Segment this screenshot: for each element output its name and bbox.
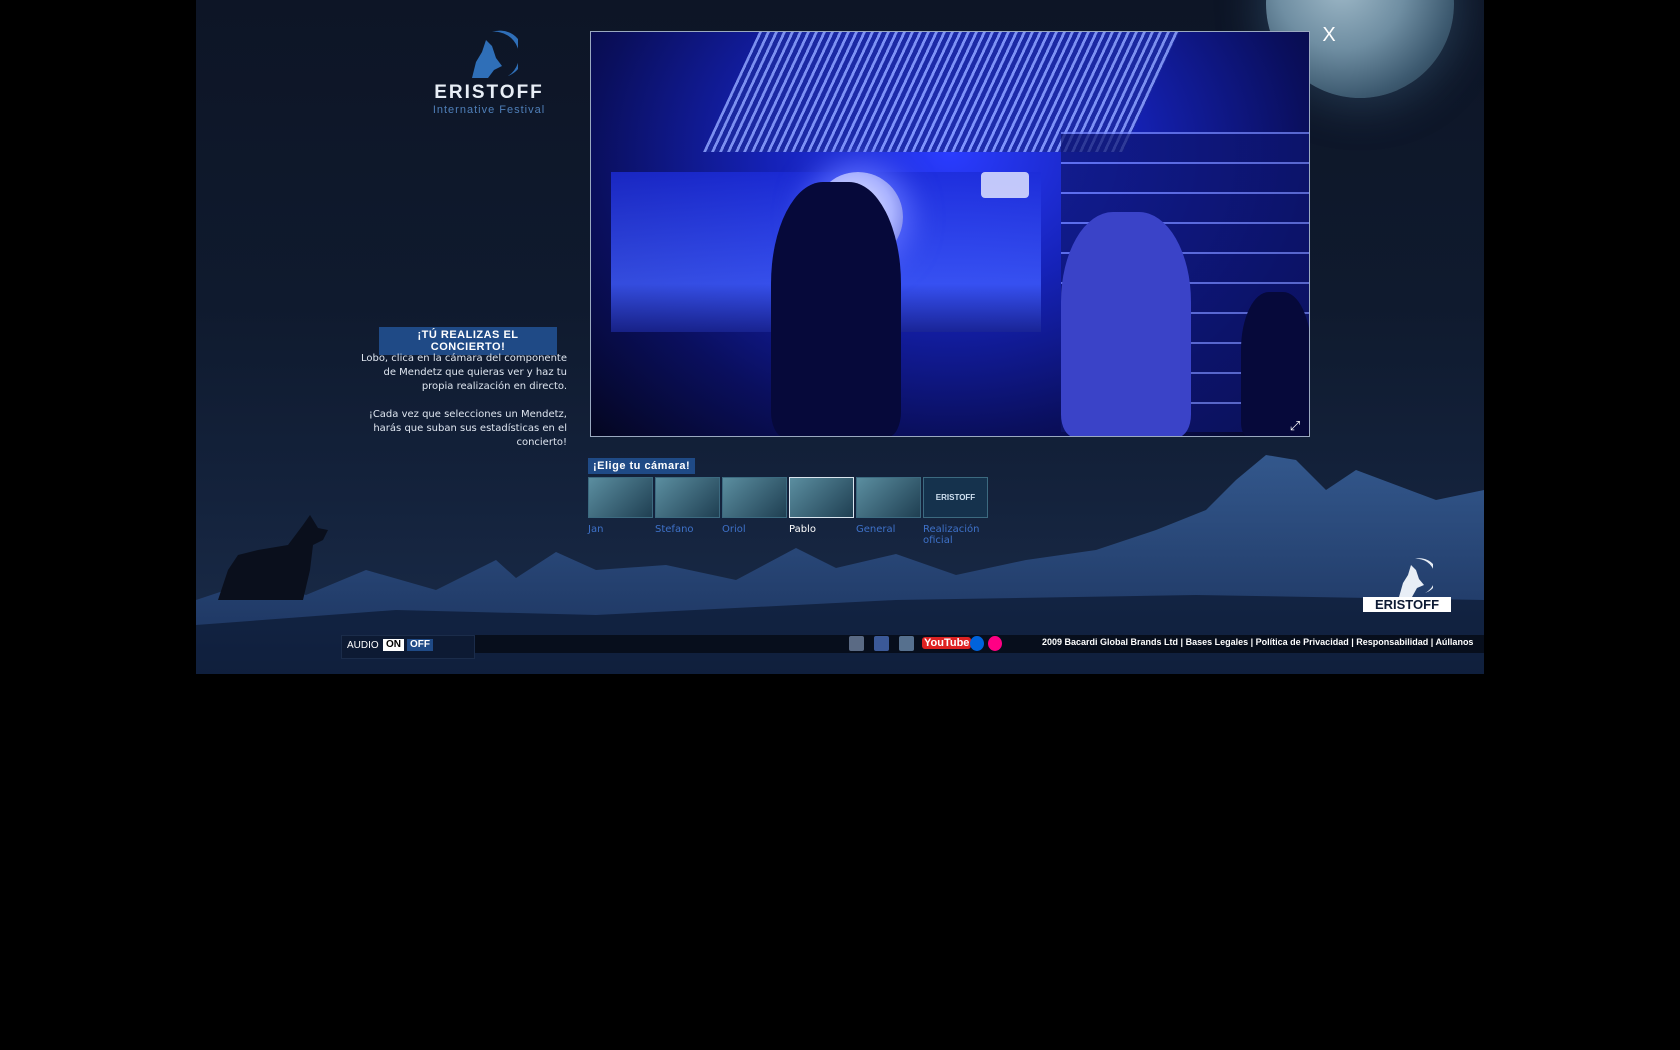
wolf-logo-icon (1399, 558, 1433, 597)
audio-off-button[interactable]: OFF (407, 639, 433, 651)
choose-camera-heading: ¡Elige tu cámara! (588, 458, 696, 474)
camera-label: Pablo (789, 524, 816, 535)
fullscreen-icon[interactable]: ⤢ (1288, 420, 1302, 434)
camera-label: Jan (588, 524, 604, 535)
camera-label: General (856, 524, 896, 535)
copyright-text: 2009 Bacardi Global Brands Ltd (1042, 637, 1179, 647)
camera-option-stefano[interactable]: Stefano (655, 477, 720, 535)
eristoff-festival-logo[interactable]: ERISTOFF Internative Festival (414, 30, 564, 120)
logo-wordmark: ERISTOFF (434, 82, 544, 103)
footer-link-aullanos[interactable]: Aúllanos (1435, 637, 1473, 647)
camera-thumbnail (722, 477, 787, 518)
camera-thumbnail (655, 477, 720, 518)
camera-option-pablo[interactable]: Pablo (789, 477, 854, 535)
footer-link-privacidad[interactable]: Política de Privacidad (1256, 637, 1349, 647)
flickr-dot-icon[interactable] (988, 636, 1002, 651)
camera-label: Realización oficial (923, 524, 980, 546)
audio-label: AUDIO (347, 640, 379, 651)
camera-option-oriol[interactable]: Oriol (722, 477, 787, 535)
camera-thumbnail-logo: ERISTOFF (923, 477, 988, 518)
backdrop-logo (981, 172, 1029, 198)
audio-on-button[interactable]: ON (383, 639, 404, 651)
camera-option-jan[interactable]: Jan (588, 477, 653, 535)
youtube-icon[interactable]: YouTube (922, 636, 972, 651)
flickr-icon[interactable] (970, 636, 984, 651)
intro-paragraph-2: ¡Cada vez que selecciones un Mendetz, ha… (368, 409, 567, 448)
camera-label: Oriol (722, 524, 746, 535)
guitarist-right (1061, 212, 1191, 436)
howling-wolf-icon (472, 30, 518, 78)
intro-text: Lobo, clica en la cámara del componente … (356, 352, 567, 464)
camera-selector: Jan Stefano Oriol Pablo General ERISTOFF… (588, 477, 1008, 549)
eristoff-brand-logo[interactable]: ERISTOFF (1363, 557, 1453, 619)
camera-option-official[interactable]: ERISTOFF Realización oficial (923, 477, 988, 546)
facebook-icon[interactable] (874, 636, 889, 651)
close-button[interactable]: X (1318, 24, 1340, 46)
main-stage: X ERISTOFF Internative Festival ¡TÚ REAL… (196, 0, 1484, 674)
concert-heading: ¡TÚ REALIZAS EL CONCIERTO! (379, 327, 557, 355)
footer-link-bases-legales[interactable]: Bases Legales (1186, 637, 1249, 647)
youtube-label: YouTube (922, 637, 972, 649)
camera-thumbnail (856, 477, 921, 518)
camera-label: Stefano (655, 524, 694, 535)
guitarist-left (771, 182, 901, 436)
camera-thumbnail (588, 477, 653, 518)
musician-edge (1241, 292, 1309, 436)
audio-toggle: AUDIO ON OFF (341, 635, 475, 659)
camera-option-general[interactable]: General (856, 477, 921, 535)
concert-video-player[interactable]: ⤢ (590, 31, 1310, 437)
camera-thumbnail (789, 477, 854, 518)
wolf-silhouette (218, 515, 328, 600)
messenger-icon[interactable] (899, 636, 914, 651)
footer-link-responsabilidad[interactable]: Responsabilidad (1356, 637, 1428, 647)
rss-icon[interactable] (849, 636, 864, 651)
footer-links: 2009 Bacardi Global Brands Ltd | Bases L… (1042, 637, 1474, 647)
brand-wordmark: ERISTOFF (1363, 597, 1451, 612)
intro-paragraph-1: Lobo, clica en la cámara del componente … (360, 353, 567, 392)
logo-subtitle: Internative Festival (432, 104, 546, 116)
